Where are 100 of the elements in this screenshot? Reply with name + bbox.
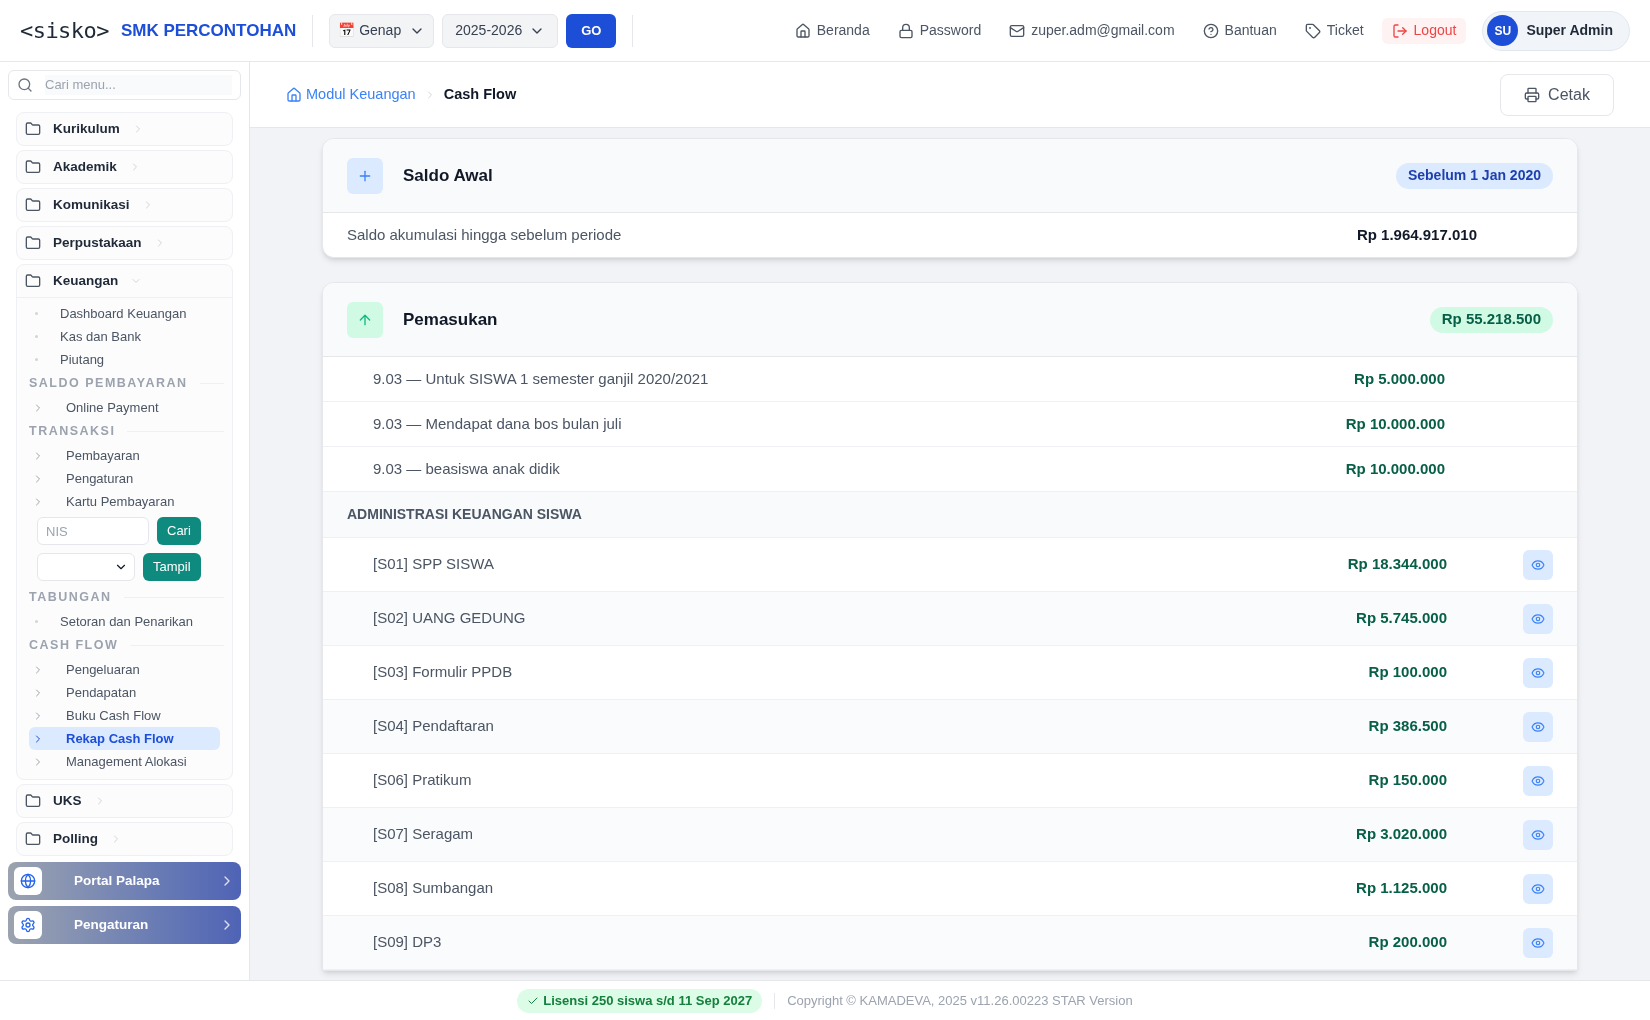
nav-link[interactable]: Password <box>887 20 992 41</box>
account-label: [S09] DP3 <box>373 932 442 953</box>
card-title: Pemasukan <box>403 308 498 331</box>
view-button[interactable] <box>1523 765 1553 796</box>
semester-select[interactable]: 📅 Genap <box>329 13 435 48</box>
view-button[interactable] <box>1523 549 1553 580</box>
account-amount: Rp 3.020.000 <box>1356 824 1447 845</box>
account-label: [S03] Formulir PPDB <box>373 662 513 683</box>
nis-field[interactable]: NIS <box>37 517 149 545</box>
view-button[interactable] <box>1523 603 1553 634</box>
menu-search-field[interactable]: Cari menu... <box>8 70 241 100</box>
menu-item[interactable]: UKS <box>17 785 232 817</box>
income-amount: Rp 10.000.000 <box>1345 458 1445 479</box>
income-amount: Rp 5.000.000 <box>1354 368 1445 389</box>
school-name: SMK PERCONTOHAN <box>120 19 297 42</box>
account-label: [S01] SPP SISWA <box>373 554 494 575</box>
lock-icon <box>897 22 914 39</box>
menu-heading: TRANSAKSI <box>29 423 116 441</box>
account-label: [S02] UANG GEDUNG <box>373 608 526 629</box>
eye-icon <box>1531 935 1545 950</box>
income-label: 9.03 — beasiswa anak didik <box>373 458 560 479</box>
search-button[interactable]: Cari <box>157 517 201 545</box>
menu-heading: SALDO PEMBAYARAN <box>29 375 188 393</box>
card-title: Saldo Awal <box>403 164 493 187</box>
nav-link[interactable]: Beranda <box>784 20 880 41</box>
submenu-item[interactable]: Pengaturan <box>29 467 220 490</box>
account-label: [S07] Seragam <box>373 824 474 845</box>
folder-icon <box>25 197 41 213</box>
submenu-item[interactable]: Pendapatan <box>29 681 220 704</box>
mail-icon <box>1009 22 1026 39</box>
eye-icon <box>1531 611 1545 626</box>
view-button[interactable] <box>1523 657 1553 688</box>
year-select[interactable]: 2025-2026 <box>442 13 559 48</box>
eye-icon <box>1531 719 1545 734</box>
gear-icon <box>20 917 36 933</box>
submenu-item[interactable]: Rekap Cash Flow <box>29 727 220 750</box>
view-button[interactable] <box>1523 927 1553 958</box>
submenu-item[interactable]: Pembayaran <box>29 444 220 467</box>
eye-icon <box>1531 881 1545 896</box>
nav-link[interactable]: Bantuan <box>1192 20 1287 41</box>
submenu-item[interactable]: Setoran dan Penarikan <box>29 610 220 633</box>
folder-icon <box>25 159 41 175</box>
copyright-text: Copyright © KAMADEVA, 2025 v11.26.00223 STAR Version <box>787 991 1133 1010</box>
portal-link[interactable]: Portal Palapa <box>8 862 241 900</box>
submenu-item[interactable]: Buku Cash Flow <box>29 704 220 727</box>
menu-item[interactable]: Akademik <box>17 151 232 183</box>
nav-link[interactable]: Ticket <box>1294 20 1374 41</box>
account-amount: Rp 200.000 <box>1368 932 1447 953</box>
help-icon <box>1202 22 1219 39</box>
menu-item[interactable]: Polling <box>17 823 232 855</box>
search-icon <box>17 77 33 93</box>
folder-icon <box>25 235 41 251</box>
account-label: [S06] Pratikum <box>373 770 472 791</box>
logout-button[interactable]: Logout <box>1381 17 1467 44</box>
submenu-item[interactable]: Piutang <box>29 348 220 371</box>
menu-item[interactable]: Perpustakaan <box>17 227 232 259</box>
nav-link[interactable]: zuper.adm@gmail.com <box>999 20 1185 41</box>
go-button[interactable]: GO <box>566 13 617 48</box>
income-label: 9.03 — Untuk SISWA 1 semester ganjil 2020/2021 <box>373 368 709 389</box>
saldo-amount: Rp 1.964.917.010 <box>1356 224 1477 245</box>
total-badge: Rp 55.218.500 <box>1429 306 1553 333</box>
home-icon <box>286 86 302 103</box>
user-name: Super Admin <box>1526 21 1613 40</box>
tag-icon <box>1304 22 1321 39</box>
print-button[interactable]: Cetak <box>1500 73 1614 116</box>
submenu-item[interactable]: Dashboard Keuangan <box>29 302 220 325</box>
folder-icon <box>25 121 41 137</box>
printer-icon <box>1524 86 1541 103</box>
logout-icon <box>1391 22 1408 39</box>
saldo-description: Saldo akumulasi hingga sebelum periode <box>347 224 622 245</box>
user-menu[interactable]: SU Super Admin <box>1482 10 1630 51</box>
account-amount: Rp 18.344.000 <box>1347 554 1447 575</box>
income-label: 9.03 — Mendapat dana bos bulan juli <box>373 413 622 434</box>
breadcrumb-link[interactable]: Modul Keuangan <box>286 83 416 106</box>
account-amount: Rp 1.125.000 <box>1356 878 1447 899</box>
menu-heading: CASH FLOW <box>29 637 119 655</box>
view-button[interactable] <box>1523 711 1553 742</box>
show-button[interactable]: Tampil <box>143 553 201 581</box>
license-badge: Lisensi 250 siswa s/d 11 Sep 2027 <box>517 988 763 1013</box>
submenu-item[interactable]: Management Alokasi <box>29 750 220 773</box>
eye-icon <box>1531 665 1545 680</box>
submenu-item[interactable]: Kas dan Bank <box>29 325 220 348</box>
bullet-icon <box>35 620 38 623</box>
submenu-item[interactable]: Pengeluaran <box>29 658 220 681</box>
submenu-item[interactable]: Kartu Pembayaran <box>29 490 220 513</box>
view-button[interactable] <box>1523 873 1553 904</box>
account-amount: Rp 100.000 <box>1368 662 1447 683</box>
globe-icon <box>20 873 36 889</box>
menu-item[interactable]: Kurikulum <box>17 113 232 145</box>
menu-item[interactable]: Keuangan <box>17 265 232 297</box>
account-amount: Rp 150.000 <box>1368 770 1447 791</box>
account-amount: Rp 386.500 <box>1368 716 1447 737</box>
menu-item[interactable]: Komunikasi <box>17 189 232 221</box>
section-heading: ADMINISTRASI KEUANGAN SISWA <box>347 505 582 524</box>
submenu-item[interactable]: Online Payment <box>29 396 220 419</box>
view-button[interactable] <box>1523 819 1553 850</box>
breadcrumb-current: Cash Flow <box>443 84 517 104</box>
account-amount: Rp 5.745.000 <box>1356 608 1447 629</box>
account-label: [S08] Sumbangan <box>373 878 494 899</box>
account-label: [S04] Pendaftaran <box>373 716 494 737</box>
